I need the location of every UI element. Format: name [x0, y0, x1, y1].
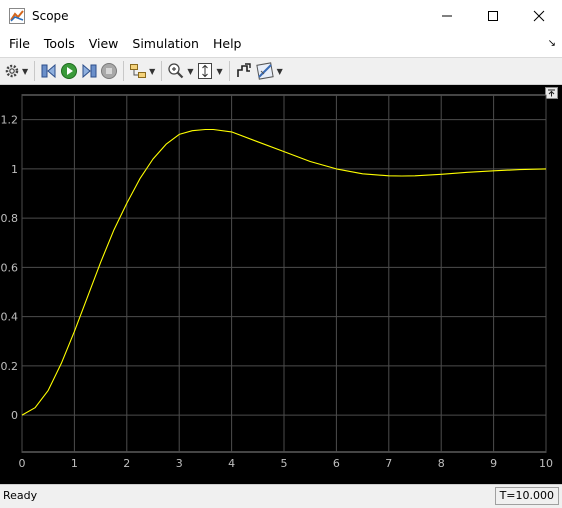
simulation-time: T=10.000 — [494, 487, 559, 505]
measure-dropdown-icon[interactable]: ▼ — [277, 67, 283, 76]
x-tick-label: 3 — [176, 457, 183, 470]
zoom-button[interactable] — [167, 60, 185, 82]
menu-view[interactable]: View — [82, 31, 126, 57]
menu-expand-icon[interactable]: ↘ — [548, 38, 556, 49]
status-bar: Ready T=10.000 — [0, 484, 562, 508]
x-tick-label: 8 — [438, 457, 445, 470]
step-back-icon — [41, 63, 56, 79]
highlight-block-button[interactable] — [129, 60, 147, 82]
step-back-button[interactable] — [40, 60, 58, 82]
x-tick-label: 6 — [333, 457, 340, 470]
step-forward-button[interactable] — [80, 60, 98, 82]
close-icon — [533, 10, 545, 21]
zoom-in-icon — [168, 63, 184, 79]
run-button[interactable] — [60, 60, 78, 82]
restore-icon — [236, 63, 251, 77]
x-tick-label: 1 — [71, 457, 78, 470]
stop-button[interactable] — [100, 60, 118, 82]
menu-help[interactable]: Help — [206, 31, 249, 57]
minimize-icon — [442, 15, 452, 16]
step-forward-icon — [82, 63, 97, 79]
y-tick-label: 0.6 — [1, 261, 19, 274]
y-tick-label: 1.2 — [1, 114, 19, 127]
cursor-measure-button[interactable] — [255, 60, 275, 82]
toolbar-separator — [123, 61, 125, 81]
highlight-block-icon — [130, 64, 147, 78]
menu-bar: File Tools View Simulation Help ↘ — [0, 31, 562, 58]
y-tick-label: 0.8 — [1, 212, 19, 225]
menu-tools[interactable]: Tools — [37, 31, 82, 57]
y-tick-label: 1 — [11, 163, 18, 176]
cursor-measure-icon — [255, 62, 274, 80]
y-tick-label: 0.4 — [1, 311, 19, 324]
maximize-button[interactable] — [470, 0, 516, 31]
toolbar-separator — [161, 61, 163, 81]
x-tick-label: 0 — [19, 457, 26, 470]
x-tick-label: 9 — [490, 457, 497, 470]
fit-scale-button[interactable] — [196, 60, 214, 82]
toolbar-separator — [228, 61, 230, 81]
matlab-icon — [9, 7, 25, 24]
x-tick-label: 5 — [281, 457, 288, 470]
x-tick-label: 7 — [385, 457, 392, 470]
highlight-dropdown-icon[interactable]: ▼ — [149, 67, 155, 76]
stop-icon — [101, 63, 118, 79]
x-tick-label: 10 — [539, 457, 553, 470]
zoom-dropdown-icon[interactable]: ▼ — [187, 67, 193, 76]
restore-button[interactable] — [235, 60, 253, 82]
scale-dropdown-icon[interactable]: ▼ — [216, 67, 222, 76]
settings-icon — [5, 64, 19, 78]
menu-file[interactable]: File — [2, 31, 37, 57]
scope-plot[interactable]: 0 1 2 3 4 5 6 7 8 9 10 0 0.2 0.4 0.6 0.8 1 1.2 — [0, 85, 562, 484]
close-button[interactable] — [516, 0, 562, 31]
status-text: Ready — [3, 489, 38, 502]
y-tick-label: 0.2 — [1, 360, 19, 373]
toolbar: ▼ ▼ ▼ ▼ ▼ — [0, 58, 562, 85]
menu-simulation[interactable]: Simulation — [125, 31, 206, 57]
settings-button[interactable] — [4, 60, 20, 82]
minimize-button[interactable] — [424, 0, 470, 31]
run-icon — [61, 63, 78, 79]
scope-display[interactable]: 0 1 2 3 4 5 6 7 8 9 10 0 0.2 0.4 0.6 0.8 1 1.2 — [0, 85, 562, 484]
toolbar-separator — [34, 61, 36, 81]
y-tick-label: 0 — [11, 409, 18, 422]
x-tick-label: 2 — [123, 457, 130, 470]
fit-scale-icon — [198, 63, 213, 79]
x-tick-label: 4 — [228, 457, 235, 470]
title-bar: Scope — [0, 0, 562, 31]
window-title: Scope — [32, 8, 69, 23]
settings-dropdown-icon[interactable]: ▼ — [22, 67, 28, 76]
maximize-icon — [488, 10, 498, 21]
